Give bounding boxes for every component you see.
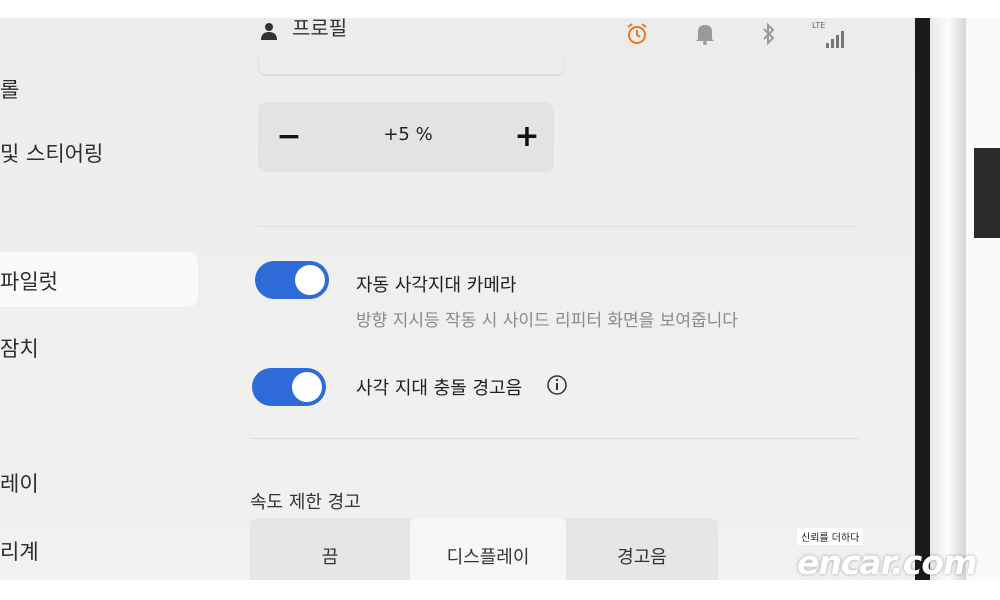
auto-blindspot-camera-subtitle: 방향 지시등 작동 시 사이드 리피터 화면을 보여줍니다	[356, 311, 738, 331]
toggle-knob	[292, 372, 322, 402]
blindspot-chime-toggle[interactable]	[252, 368, 326, 406]
bluetooth-icon[interactable]	[760, 22, 778, 50]
bell-icon[interactable]	[694, 22, 716, 50]
background-edge	[966, 18, 1000, 580]
sidebar-item-4[interactable]: 잠치	[0, 333, 39, 363]
speed-offset-stepper: − +5 % +	[258, 102, 554, 172]
sidebar: 롤 및 스티어링 파일럿 잠치 레이 리계	[0, 18, 215, 580]
decrease-button[interactable]: −	[274, 112, 304, 162]
divider	[258, 226, 858, 227]
speed-limit-warning-selector: 끔 디스플레이 경고음	[250, 518, 718, 580]
offset-value: +5 %	[383, 124, 433, 145]
person-icon	[260, 21, 278, 40]
previous-control-bottom	[258, 56, 565, 76]
photo-frame: 롤 및 스티어링 파일럿 잠치 레이 리계 프로필 LTE − +5 % + 자…	[0, 18, 1000, 580]
info-icon[interactable]	[546, 374, 568, 400]
blindspot-chime-title: 사각 지대 충돌 경고음	[356, 378, 523, 399]
background-dark-patch	[974, 148, 1000, 238]
sidebar-item-1[interactable]: 롤	[0, 74, 19, 104]
profile-label: 프로필	[292, 18, 348, 40]
stand-bar	[930, 18, 966, 580]
option-chime[interactable]: 경고음	[566, 518, 718, 580]
sidebar-item-autopilot[interactable]: 파일럿	[0, 266, 58, 296]
option-off[interactable]: 끔	[250, 518, 410, 580]
lte-signal-icon: LTE	[812, 22, 846, 52]
watermark-logo: encar.com	[797, 543, 977, 580]
alarm-icon[interactable]	[625, 22, 649, 50]
auto-blindspot-camera-toggle[interactable]	[255, 261, 329, 299]
settings-screen: 롤 및 스티어링 파일럿 잠치 레이 리계 프로필 LTE − +5 % + 자…	[0, 18, 915, 580]
watermark: 신뢰를 더하다 encar.com	[797, 526, 977, 580]
lte-label: LTE	[812, 21, 826, 30]
auto-blindspot-camera-title: 자동 사각지대 카메라	[356, 275, 517, 296]
profile-button[interactable]: 프로필	[260, 18, 347, 41]
sidebar-item-6[interactable]: 리계	[0, 536, 39, 566]
increase-button[interactable]: +	[512, 112, 542, 162]
option-display[interactable]: 디스플레이	[410, 518, 566, 580]
sidebar-item-2[interactable]: 및 스티어링	[0, 138, 103, 168]
toggle-knob	[295, 265, 325, 295]
sidebar-item-5[interactable]: 레이	[0, 468, 39, 498]
divider	[250, 438, 860, 439]
speed-limit-warning-title: 속도 제한 경고	[250, 492, 361, 513]
